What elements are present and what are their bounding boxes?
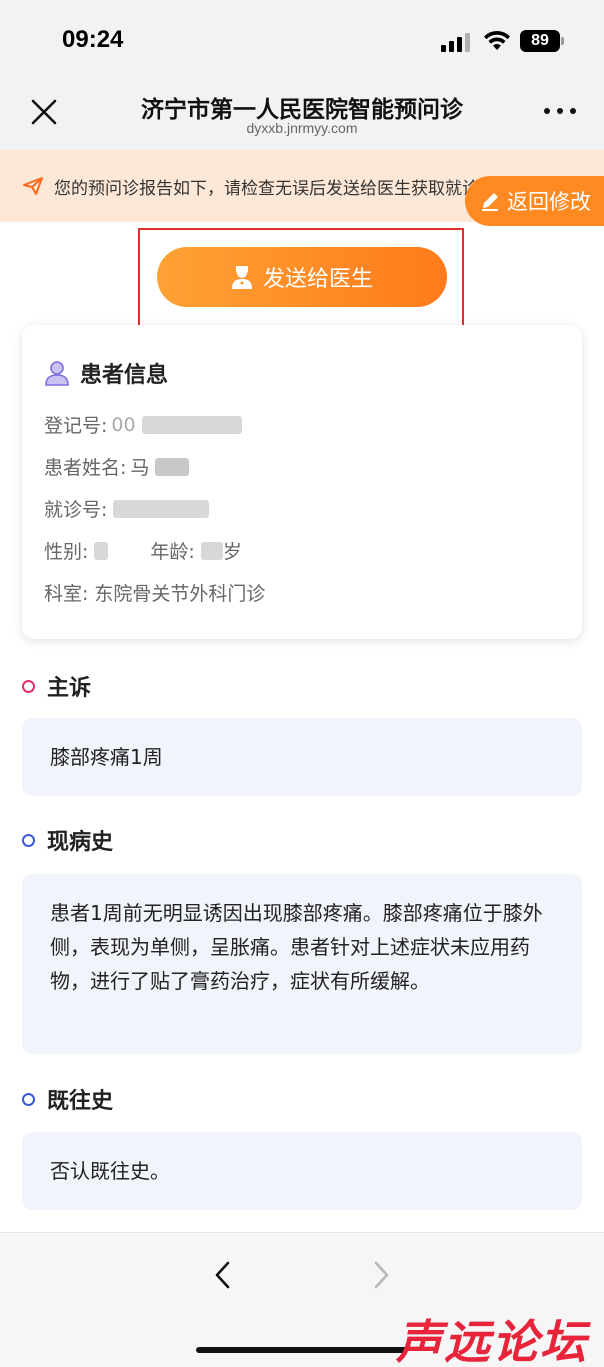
redacted-age [200, 541, 223, 560]
past-history-box: 否认既往史。 [22, 1132, 582, 1210]
past-history-title: 既往史 [22, 1083, 113, 1115]
present-illness-title-text: 现病史 [47, 830, 114, 855]
redacted-visit-number [113, 499, 210, 518]
gender-age-row: 性别: 年龄: 岁 [44, 537, 242, 564]
page-url: dyxxb.jnrmyy.com [246, 120, 358, 136]
nav-bar: 济宁市第一人民医院智能预问诊 dyxxb.jnrmyy.com [0, 84, 604, 150]
send-paper-plane-icon [23, 177, 43, 195]
user-icon [45, 361, 69, 386]
chief-complaint-title-text: 主诉 [47, 676, 92, 701]
name-row: 患者姓名: 马 [44, 453, 190, 480]
chief-complaint-text: 膝部疼痛1周 [50, 745, 163, 769]
present-illness-box: 患者1周前无明显诱因出现膝部疼痛。膝部疼痛位于膝外侧，表现为单侧，呈胀痛。患者针… [22, 874, 582, 1054]
department-row: 科室: 东院骨关节外科门诊 [44, 579, 265, 606]
more-options-icon[interactable] [544, 108, 578, 116]
edit-pencil-icon [482, 193, 498, 211]
notice-text: 您的预问诊报告如下，请检查无误后发送给医生获取就诊指导 [54, 179, 513, 199]
past-history-title-text: 既往史 [47, 1089, 114, 1114]
pink-circle-icon [22, 679, 35, 693]
doctor-icon [231, 266, 252, 289]
name-value: 马 [130, 457, 150, 479]
chief-complaint-box: 膝部疼痛1周 [22, 718, 582, 796]
past-history-text: 否认既往史。 [50, 1159, 170, 1183]
home-indicator[interactable] [196, 1347, 408, 1353]
wifi-icon [484, 30, 510, 50]
status-bar: 09:24 89 [0, 0, 604, 84]
battery-tip [561, 37, 564, 45]
redacted-gender [94, 541, 109, 560]
watermark-logo: 声远论坛 [396, 1315, 588, 1367]
blue-circle-icon [22, 833, 35, 847]
patient-info-title-text: 患者信息 [80, 363, 169, 388]
blue-circle-icon [22, 1092, 35, 1106]
patient-info-card: 患者信息 登记号: 00 患者姓名: 马 就诊号: 性别: 年龄: 岁 科室: … [22, 325, 582, 639]
registration-label: 登记号: [44, 415, 108, 437]
name-label: 患者姓名: [44, 457, 127, 479]
battery-icon: 89 [520, 30, 560, 52]
send-to-doctor-button[interactable]: 发送给医生 [157, 247, 447, 307]
page-title: 济宁市第一人民医院智能预问诊 [141, 97, 463, 123]
age-unit: 岁 [222, 541, 242, 563]
send-to-doctor-label: 发送给医生 [262, 267, 373, 292]
present-illness-title: 现病史 [22, 824, 113, 856]
return-edit-label: 返回修改 [507, 190, 591, 214]
department-label: 科室: [44, 583, 89, 605]
department-value: 东院骨关节外科门诊 [94, 583, 266, 605]
gender-label: 性别: [44, 541, 89, 563]
registration-value: 00 [111, 413, 136, 436]
status-time: 09:24 [62, 26, 124, 53]
redacted-name [155, 457, 190, 476]
patient-info-title: 患者信息 [44, 357, 168, 389]
age-label: 年龄: [150, 541, 195, 563]
return-edit-button[interactable]: 返回修改 [465, 176, 604, 226]
present-illness-text: 患者1周前无明显诱因出现膝部疼痛。膝部疼痛位于膝外侧，表现为单侧，呈胀痛。患者针… [50, 901, 543, 993]
cellular-signal-icon [441, 32, 471, 52]
visit-label: 就诊号: [44, 499, 108, 521]
chevron-left-icon[interactable] [208, 1255, 238, 1295]
chevron-right-icon[interactable] [366, 1255, 396, 1295]
redacted-registration [141, 415, 242, 434]
registration-row: 登记号: 00 [44, 411, 242, 438]
visit-row: 就诊号: [44, 495, 210, 522]
chief-complaint-title: 主诉 [22, 670, 91, 702]
